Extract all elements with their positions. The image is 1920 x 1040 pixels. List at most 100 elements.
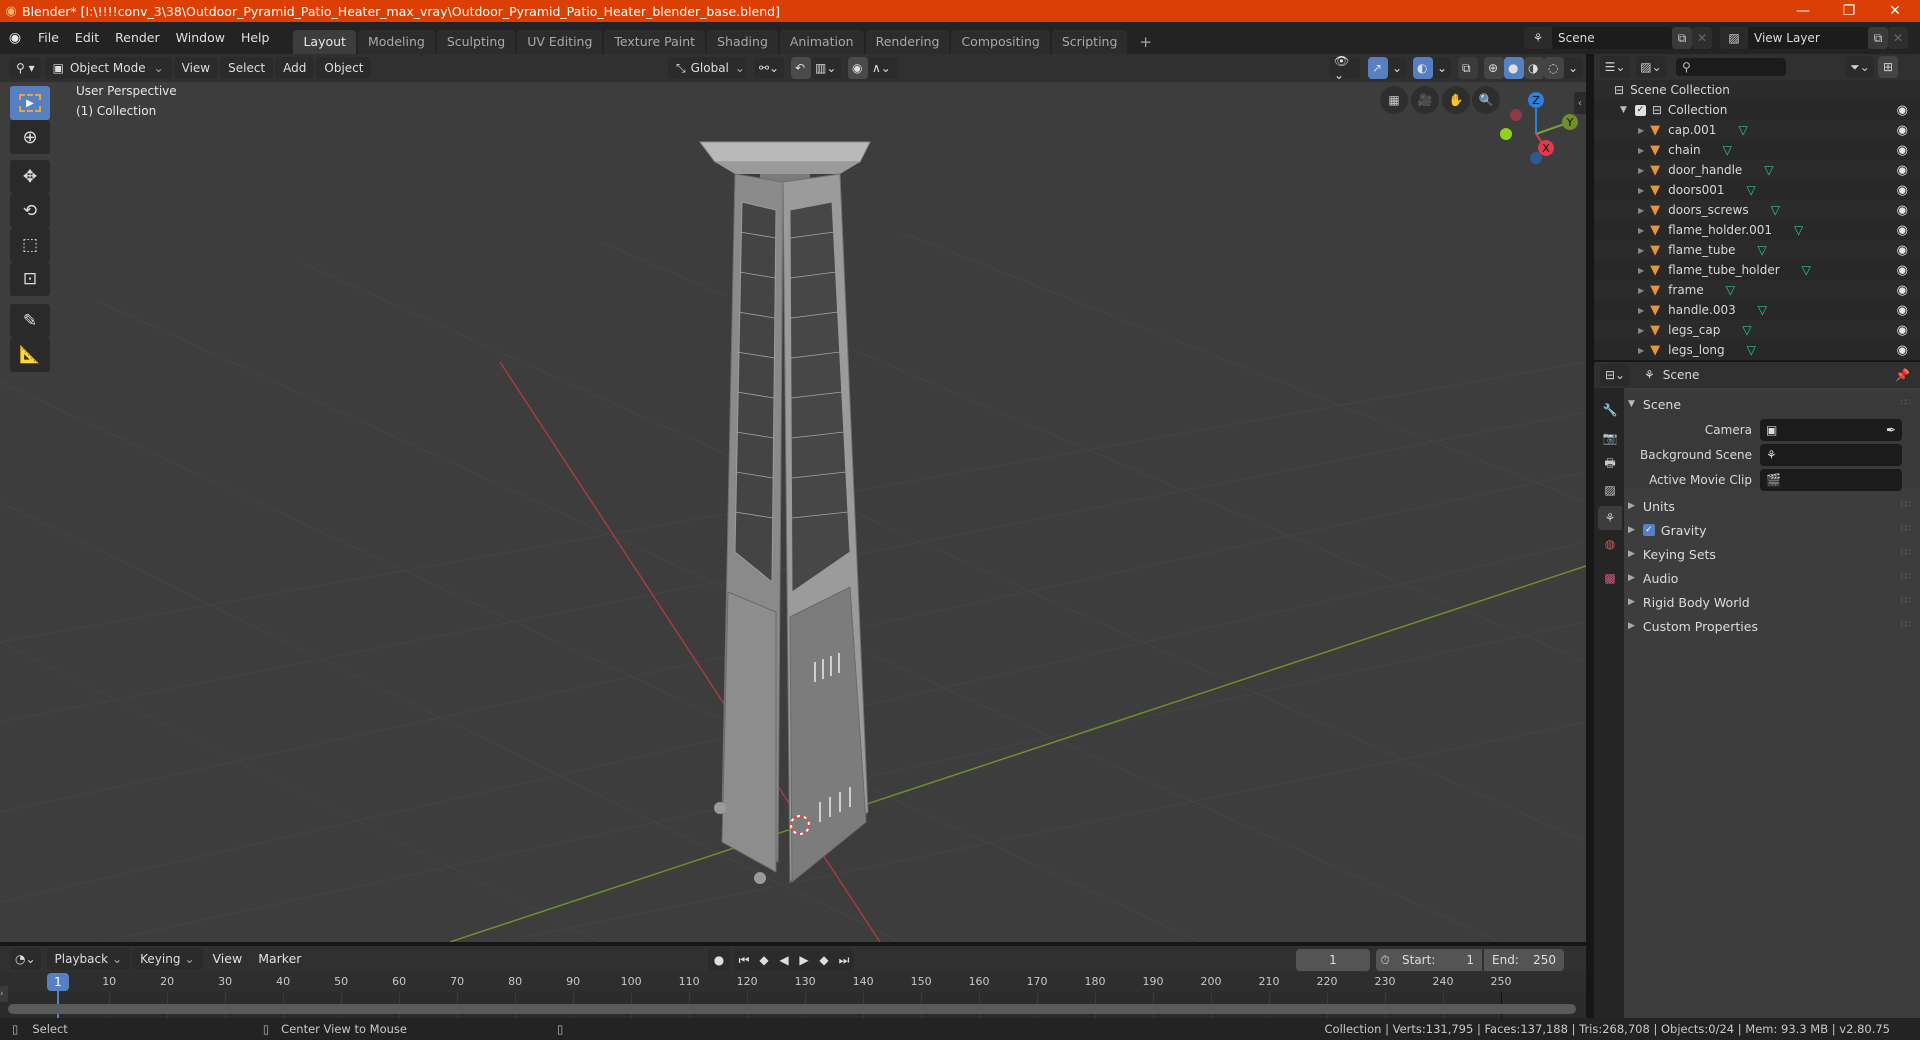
expand-arrow-icon[interactable]: ▶ [1638, 166, 1644, 175]
eye-icon[interactable]: ◉ [1897, 243, 1908, 258]
eye-icon[interactable]: ◉ [1897, 323, 1908, 338]
expand-arrow-icon[interactable]: ▶ [1638, 346, 1644, 355]
filter-dropdown[interactable]: ⏷⌄ [1846, 56, 1874, 78]
outliner-object-row[interactable]: ▶ ▼ flame_tube_holder ▽ ◉ [1594, 260, 1920, 280]
transform-tool[interactable]: ⊡ [10, 262, 50, 296]
outliner-object-row[interactable]: ▶ ▼ chain ▽ ◉ [1594, 140, 1920, 160]
end-frame-field[interactable]: End: 250 [1484, 949, 1564, 971]
expand-arrow-icon[interactable]: ▶ [1638, 286, 1644, 295]
tab-modeling[interactable]: Modeling [357, 30, 435, 54]
exclude-checkbox[interactable]: ✓ [1634, 104, 1646, 116]
new-view-layer-icon[interactable]: ⧉ [1868, 27, 1888, 49]
proportional-falloff-dropdown[interactable]: ∧⌄ [868, 57, 898, 79]
3d-viewport[interactable]: ▶ ⊕ ✥ ⟲ ⬚ ⊡ ✎ 📐 User Perspective (1) Col… [0, 82, 1586, 942]
snap-toggle[interactable]: ↶ [791, 57, 811, 79]
outliner-object-row[interactable]: ▶ ▼ handle.003 ▽ ◉ [1594, 300, 1920, 320]
outliner-object-row[interactable]: ▶ ▼ flame_tube ▽ ◉ [1594, 240, 1920, 260]
mode-dropdown[interactable]: ▣ Object Mode ⌄ [44, 57, 172, 79]
tab-texture[interactable]: ▩ [1598, 566, 1622, 590]
collapse-left-icon[interactable]: › [0, 986, 8, 1002]
expand-arrow-icon[interactable]: ▶ [1638, 326, 1644, 335]
tab-layout[interactable]: Layout [293, 30, 356, 54]
outliner-object-row[interactable]: ▶ ▼ legs_long ▽ ◉ [1594, 340, 1920, 360]
outliner-object-row[interactable]: ▶ ▼ door_handle ▽ ◉ [1594, 160, 1920, 180]
prev-keyframe-button[interactable]: ◆ [754, 949, 774, 971]
editor-type-button[interactable]: ◔⌄ [10, 948, 41, 970]
menu-window[interactable]: Window [168, 26, 233, 50]
tab-scene[interactable]: ⚘ [1598, 506, 1622, 530]
outliner-object-row[interactable]: ▶ ▼ legs_cap ▽ ◉ [1594, 320, 1920, 340]
wireframe-shading-button[interactable]: ⊕ [1484, 57, 1504, 79]
gravity-checkbox[interactable]: ✓ [1642, 524, 1655, 536]
pivot-point-dropdown[interactable]: ⚯⌄ [754, 57, 784, 79]
mesh-data-icon[interactable]: ▽ [1747, 183, 1756, 197]
expand-arrow-icon[interactable]: ▶ [1638, 146, 1644, 155]
menu-marker[interactable]: Marker [250, 947, 309, 971]
tab-shading[interactable]: Shading [707, 30, 778, 54]
tab-view-layer[interactable]: ▨ [1598, 478, 1622, 502]
menu-render[interactable]: Render [107, 26, 168, 50]
eye-icon[interactable]: ◉ [1897, 103, 1908, 118]
cursor-tool[interactable]: ⊕ [10, 120, 50, 154]
panel-units[interactable]: ▶ Units [1628, 494, 1675, 518]
drag-handle-icon[interactable]: ∷∷ [1901, 524, 1912, 534]
camera-view-button[interactable]: 🎥 [1411, 86, 1439, 114]
select-box-tool[interactable]: ▶ [10, 86, 50, 120]
outliner-collection[interactable]: ▼ ✓ ⊟ Collection ◉ [1594, 100, 1920, 120]
expand-arrow-icon[interactable]: ▶ [1638, 306, 1644, 315]
panel-gravity[interactable]: ▶ ✓ Gravity [1628, 518, 1707, 542]
gizmo-neg-y[interactable] [1500, 128, 1512, 140]
panel-keying-sets[interactable]: ▶ Keying Sets [1628, 542, 1716, 566]
mesh-data-icon[interactable]: ▽ [1794, 223, 1803, 237]
expand-arrow-icon[interactable]: ▶ [1638, 226, 1644, 235]
rendered-shading-button[interactable]: ◌ [1544, 57, 1564, 79]
mesh-data-icon[interactable]: ▽ [1738, 123, 1747, 137]
eye-icon[interactable]: ◉ [1897, 303, 1908, 318]
eye-icon[interactable]: ◉ [1897, 143, 1908, 158]
tab-render[interactable]: 📷 [1598, 426, 1622, 450]
pan-view-button[interactable]: ✋ [1442, 86, 1470, 114]
outliner-object-row[interactable]: ▶ ▼ frame ▽ ◉ [1594, 280, 1920, 300]
xray-toggle[interactable]: ⧉ [1458, 57, 1478, 79]
expand-arrow-icon[interactable]: ▶ [1638, 206, 1644, 215]
view-layer-name-field[interactable]: View Layer [1748, 27, 1868, 49]
tab-uv-editing[interactable]: UV Editing [517, 30, 603, 54]
tab-world[interactable]: ◍ [1598, 532, 1622, 556]
menu-help[interactable]: Help [233, 26, 278, 50]
solid-shading-button[interactable]: ● [1504, 57, 1524, 79]
expand-arrow-icon[interactable]: ▶ [1638, 266, 1644, 275]
drag-handle-icon[interactable]: ∷∷ [1901, 398, 1912, 408]
eye-icon[interactable]: ◉ [1897, 223, 1908, 238]
add-workspace-button[interactable]: + [1129, 30, 1162, 54]
menu-add[interactable]: Add [275, 57, 315, 79]
eye-icon[interactable]: ◉ [1897, 203, 1908, 218]
overlays-dropdown[interactable]: ⌄ [1433, 57, 1451, 79]
eye-icon[interactable]: ◉ [1897, 283, 1908, 298]
start-frame-field[interactable]: Start: 1 [1394, 949, 1482, 971]
tab-texture-paint[interactable]: Texture Paint [604, 30, 706, 54]
record-button[interactable]: ● [708, 949, 730, 971]
close-button[interactable]: ✕ [1872, 0, 1918, 22]
outliner-object-row[interactable]: ▶ ▼ cap.001 ▽ ◉ [1594, 120, 1920, 140]
gizmo-neg-z[interactable] [1530, 152, 1542, 164]
eye-icon[interactable]: ◉ [1897, 343, 1908, 358]
scene-icon[interactable]: ⚘ [1524, 27, 1552, 49]
jump-start-button[interactable]: ⏮ [734, 949, 754, 971]
outliner-object-row[interactable]: ▶ ▼ doors001 ▽ ◉ [1594, 180, 1920, 200]
eyedropper-icon[interactable]: ✒ [1886, 423, 1896, 437]
delete-view-layer-icon[interactable]: ✕ [1888, 27, 1908, 49]
measure-tool[interactable]: 📐 [10, 338, 50, 372]
menu-select[interactable]: Select [220, 57, 274, 79]
expand-arrow-icon[interactable]: ▶ [1638, 126, 1644, 135]
play-button[interactable]: ▶ [794, 949, 814, 971]
toggle-perspective-button[interactable]: ▦ [1380, 86, 1408, 114]
scale-tool[interactable]: ⬚ [10, 228, 50, 262]
maximize-button[interactable]: ❐ [1826, 0, 1872, 22]
editor-type-dropdown[interactable]: ⊟⌄ [1600, 364, 1630, 386]
mesh-data-icon[interactable]: ▽ [1771, 203, 1780, 217]
patio-heater-model[interactable] [699, 141, 871, 884]
blender-menu-icon[interactable]: ◉ [0, 30, 30, 46]
delete-scene-icon[interactable]: ✕ [1692, 27, 1712, 49]
gizmo-neg-x[interactable] [1510, 109, 1522, 121]
active-movie-clip-field[interactable]: 🎬 [1760, 469, 1902, 491]
